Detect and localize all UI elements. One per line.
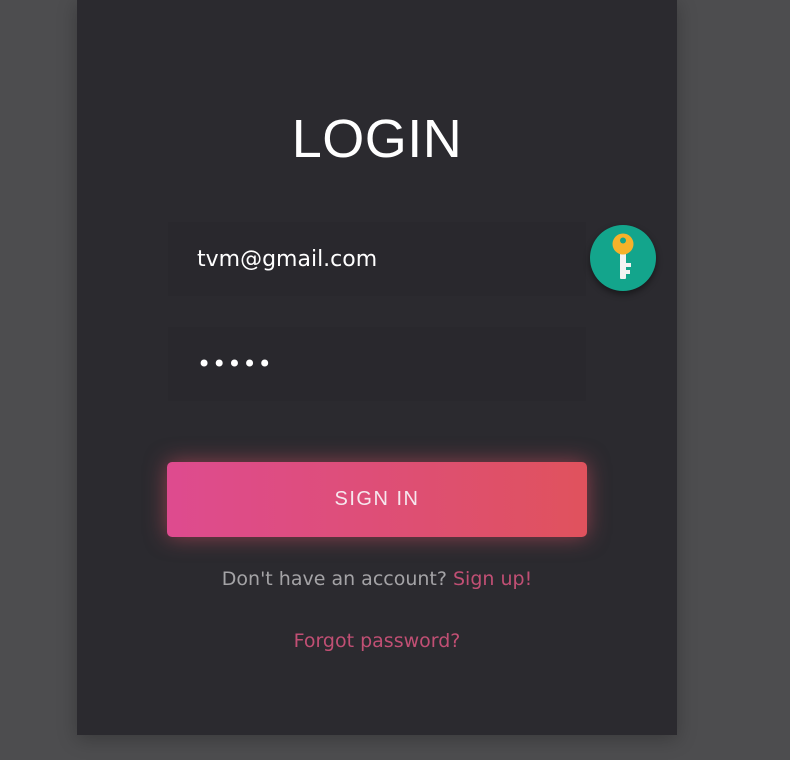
sign-in-button[interactable]: SIGN IN [167,462,587,537]
sign-up-link[interactable]: Sign up! [453,568,532,590]
key-icon [612,233,634,279]
forgot-password-link[interactable]: Forgot password? [294,630,461,652]
forgot-password-row: Forgot password? [77,630,677,652]
email-field[interactable] [167,221,587,297]
signup-prompt: Don't have an account? Sign up! [77,568,677,590]
password-field[interactable] [167,326,587,402]
no-account-text: Don't have an account? [221,568,447,590]
page-title: LOGIN [291,109,463,169]
key-button[interactable] [590,225,656,291]
login-card: LOGIN SIGN IN Don't have an account? Sig… [77,0,677,735]
